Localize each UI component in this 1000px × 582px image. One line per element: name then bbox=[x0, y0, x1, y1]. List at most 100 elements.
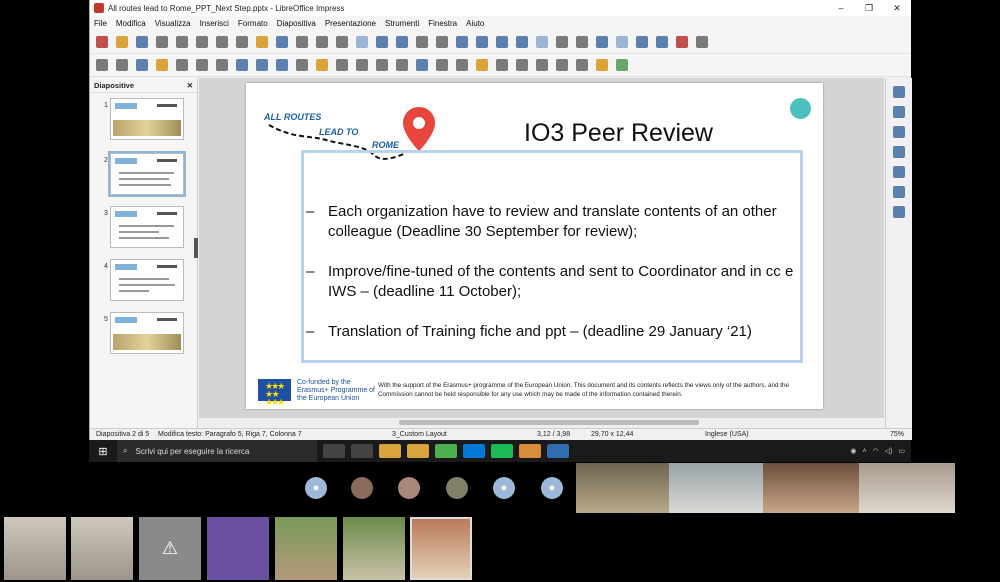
participant-video[interactable] bbox=[4, 517, 66, 580]
network-icon[interactable]: ◠ bbox=[873, 447, 879, 455]
toggle-extrusion-icon[interactable] bbox=[616, 59, 628, 71]
file-explorer-icon[interactable] bbox=[379, 444, 401, 458]
symbol-shapes-icon[interactable] bbox=[316, 59, 328, 71]
slide-pane-close-icon[interactable]: ✕ bbox=[187, 81, 193, 90]
show-draw-functions-icon[interactable] bbox=[616, 36, 628, 48]
navigator-icon[interactable] bbox=[893, 206, 905, 218]
3d-objects-icon[interactable] bbox=[416, 59, 428, 71]
participant-avatar[interactable]: ● bbox=[493, 477, 515, 499]
slide-title[interactable]: IO3 Peer Review bbox=[524, 119, 713, 148]
save-icon[interactable] bbox=[136, 36, 148, 48]
horizontal-scrollbar[interactable] bbox=[199, 418, 884, 427]
participant-video[interactable] bbox=[275, 517, 337, 580]
new-slide-icon[interactable] bbox=[636, 36, 648, 48]
taskbar-search[interactable]: ⌕ Scrivi qui per eseguire la ricerca bbox=[117, 440, 317, 462]
participant-avatar[interactable]: ● bbox=[541, 477, 563, 499]
warning-icon[interactable]: ⚠ bbox=[139, 517, 201, 580]
callouts-icon[interactable] bbox=[376, 59, 388, 71]
connectors-icon[interactable] bbox=[276, 59, 288, 71]
slide-thumbnail[interactable]: 4 bbox=[90, 259, 190, 305]
slide-thumbnail[interactable]: 3 bbox=[90, 206, 190, 252]
writer-taskbar-icon[interactable] bbox=[547, 444, 569, 458]
select-icon[interactable] bbox=[96, 59, 108, 71]
align-icon[interactable] bbox=[456, 59, 468, 71]
slide-canvas[interactable]: ALL ROUTES LEAD TO ROME IO3 Peer Review … bbox=[246, 83, 823, 409]
zoom-level[interactable]: 75% bbox=[890, 431, 904, 438]
participant-video[interactable] bbox=[343, 517, 405, 580]
menu-strumenti[interactable]: Strumenti bbox=[385, 19, 419, 28]
toggle-point-edit-icon[interactable] bbox=[576, 59, 588, 71]
participant-video[interactable] bbox=[576, 463, 669, 513]
close-button[interactable]: ✕ bbox=[883, 3, 911, 14]
participant-video[interactable] bbox=[207, 517, 269, 580]
textbox-icon[interactable] bbox=[536, 36, 548, 48]
menu-file[interactable]: File bbox=[94, 19, 107, 28]
cut-icon[interactable] bbox=[196, 36, 208, 48]
participant-video[interactable] bbox=[410, 517, 472, 580]
restore-button[interactable]: ❐ bbox=[855, 3, 883, 14]
rotate-icon[interactable] bbox=[436, 59, 448, 71]
cortana-icon[interactable] bbox=[323, 444, 345, 458]
menu-modifica[interactable]: Modifica bbox=[116, 19, 146, 28]
rectangle-icon[interactable] bbox=[196, 59, 208, 71]
shadow-icon[interactable] bbox=[516, 59, 528, 71]
find-replace-icon[interactable] bbox=[316, 36, 328, 48]
flowchart-icon[interactable] bbox=[356, 59, 368, 71]
skype-icon[interactable] bbox=[463, 444, 485, 458]
properties-icon[interactable] bbox=[893, 86, 905, 98]
distribute-icon[interactable] bbox=[496, 59, 508, 71]
table-icon[interactable] bbox=[456, 36, 468, 48]
chrome-icon[interactable] bbox=[435, 444, 457, 458]
task-view-icon[interactable] bbox=[351, 444, 373, 458]
participant-video[interactable] bbox=[71, 517, 133, 580]
participant-video[interactable] bbox=[763, 463, 859, 513]
slide-pane-scrollbar[interactable] bbox=[194, 238, 198, 258]
volume-icon[interactable]: ◁) bbox=[885, 447, 893, 455]
participant-video[interactable] bbox=[669, 463, 763, 513]
stars-icon[interactable] bbox=[396, 59, 408, 71]
slide-transition-icon[interactable] bbox=[893, 106, 905, 118]
delete-slide-icon[interactable] bbox=[676, 36, 688, 48]
styles-icon[interactable] bbox=[893, 166, 905, 178]
participant-video[interactable] bbox=[859, 463, 955, 513]
tray-app-icon[interactable]: ◉ bbox=[850, 447, 856, 455]
notification-icon[interactable]: ▭ bbox=[898, 447, 905, 455]
filter-icon[interactable] bbox=[556, 59, 568, 71]
image-icon[interactable] bbox=[476, 36, 488, 48]
ellipse-icon[interactable] bbox=[216, 59, 228, 71]
media-icon[interactable] bbox=[496, 36, 508, 48]
menu-aiuto[interactable]: Aiuto bbox=[466, 19, 484, 28]
participant-avatar[interactable] bbox=[398, 477, 420, 499]
windows-start-icon[interactable]: ⊞ bbox=[89, 445, 117, 458]
redo-icon[interactable] bbox=[296, 36, 308, 48]
zoom-icon[interactable] bbox=[116, 59, 128, 71]
menu-presentazione[interactable]: Presentazione bbox=[325, 19, 376, 28]
line-icon[interactable] bbox=[176, 59, 188, 71]
block-arrows-icon[interactable] bbox=[336, 59, 348, 71]
master-slide-icon[interactable] bbox=[396, 36, 408, 48]
export-pdf-icon[interactable] bbox=[156, 36, 168, 48]
slide-thumbnail[interactable]: 1 bbox=[90, 98, 190, 144]
slide-layout-icon[interactable] bbox=[696, 36, 708, 48]
spotify-icon[interactable] bbox=[491, 444, 513, 458]
lines-arrows-icon[interactable] bbox=[236, 59, 248, 71]
chart-icon[interactable] bbox=[516, 36, 528, 48]
arrange-icon[interactable] bbox=[476, 59, 488, 71]
animation-icon[interactable] bbox=[893, 126, 905, 138]
grid-icon[interactable] bbox=[356, 36, 368, 48]
menu-finestra[interactable]: Finestra bbox=[428, 19, 457, 28]
hyperlink-icon[interactable] bbox=[596, 36, 608, 48]
crop-icon[interactable] bbox=[536, 59, 548, 71]
menu-diapositiva[interactable]: Diapositiva bbox=[277, 19, 316, 28]
participant-avatar[interactable]: ● bbox=[305, 477, 327, 499]
fill-color-icon[interactable] bbox=[156, 59, 168, 71]
spelling-icon[interactable] bbox=[336, 36, 348, 48]
fontwork-icon[interactable] bbox=[576, 36, 588, 48]
gallery-icon[interactable] bbox=[893, 186, 905, 198]
chevron-up-icon[interactable]: ˄ bbox=[862, 448, 866, 455]
special-character-icon[interactable] bbox=[556, 36, 568, 48]
new-icon[interactable] bbox=[96, 36, 108, 48]
language-status[interactable]: Inglese (USA) bbox=[705, 431, 749, 438]
line-color-icon[interactable] bbox=[136, 59, 148, 71]
copy-icon[interactable] bbox=[216, 36, 228, 48]
